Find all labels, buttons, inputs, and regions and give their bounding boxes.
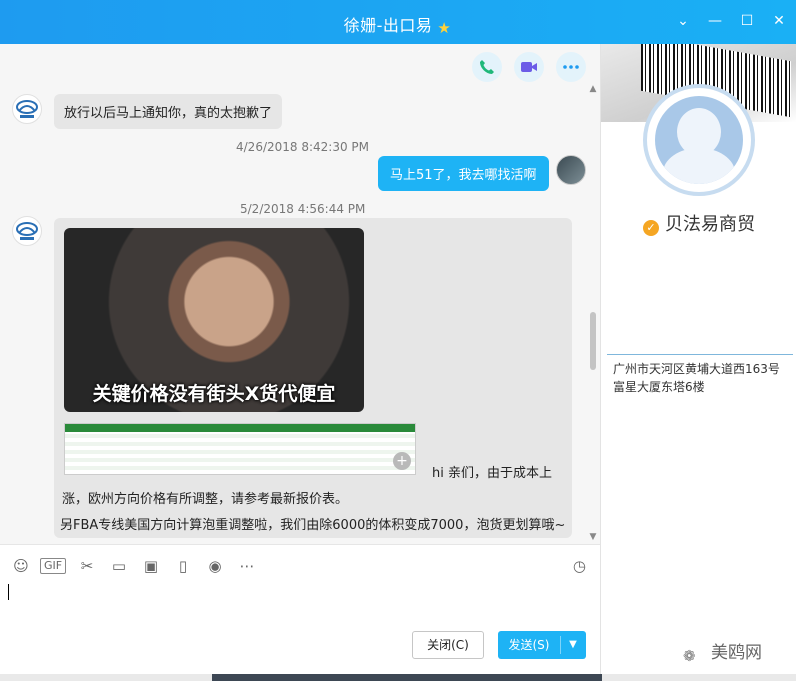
chat-history: 放行以后马上通知你，真的太抱歉了 4/26/2018 8:42:30 PM 马上…: [0, 44, 600, 544]
message-text: 涨，欧州方向价格有所调整，请参考最新报价表。: [62, 492, 349, 507]
chevron-down-icon[interactable]: ⌄: [676, 14, 690, 28]
divider: [607, 354, 793, 355]
contact-avatar[interactable]: [12, 216, 42, 246]
message-text: 马上51了，我去哪找活啊: [390, 168, 537, 183]
verified-badge-icon: ✓: [643, 220, 659, 236]
call-toolbar: [472, 52, 586, 82]
chevron-down-icon[interactable]: ▼: [562, 631, 584, 659]
phone-icon: [480, 60, 494, 74]
shake-icon[interactable]: ▯: [172, 557, 194, 575]
scroll-down-icon[interactable]: ▼: [588, 532, 598, 542]
chat-scrollbar[interactable]: ▲ ▼: [588, 44, 598, 544]
my-avatar[interactable]: [556, 155, 586, 185]
contact-name: 徐姗-出口易: [343, 16, 433, 35]
send-button-label[interactable]: 发送(S): [498, 631, 560, 659]
message-input[interactable]: [0, 584, 600, 674]
image-caption: 关键价格没有街头X货代便宜: [92, 383, 336, 405]
image-icon[interactable]: ▣: [140, 557, 162, 575]
red-packet-icon[interactable]: ◉: [204, 557, 226, 575]
contact-profile-panel: ✓ 贝法易商贸 广州市天河区黄埔大道西163号富星大厦东塔6楼 ❁ 美鸥网: [600, 44, 796, 674]
close-button[interactable]: 关闭(C): [412, 631, 484, 659]
star-icon[interactable]: ★: [436, 20, 452, 36]
wechat-icon: ❁: [683, 647, 696, 665]
scroll-up-icon[interactable]: ▲: [588, 84, 598, 94]
more-icon: [563, 65, 579, 69]
price-table-image[interactable]: +: [64, 423, 416, 475]
video-icon: [521, 62, 537, 72]
title-bar: 徐姗-出口易 ★ ⌄ — ☐ ✕: [0, 0, 796, 44]
text-caret: [8, 584, 9, 600]
more-options-button[interactable]: [556, 52, 586, 82]
scroll-thumb[interactable]: [590, 312, 596, 370]
message-text: 另FBA专线美国方向计算泡重调整啦，我们由除6000的体积变成7000，泡货更划…: [60, 518, 566, 533]
send-button[interactable]: 发送(S) ▼: [498, 631, 586, 659]
contact-avatar[interactable]: [12, 94, 42, 124]
message-text: 放行以后马上通知你，真的太抱歉了: [64, 106, 273, 121]
emoji-icon[interactable]: ☺: [12, 557, 30, 575]
clock-icon[interactable]: ◷: [573, 557, 586, 575]
input-toolbar: ☺ GIF ✂ ▭ ▣ ▯ ◉ ⋯ ◷: [0, 544, 600, 584]
phone-call-button[interactable]: [472, 52, 502, 82]
meme-image[interactable]: 关键价格没有街头X货代便宜: [64, 228, 364, 412]
video-call-button[interactable]: [514, 52, 544, 82]
scissors-icon[interactable]: ✂: [76, 557, 98, 575]
message-bubble-outgoing[interactable]: 马上51了，我去哪找活啊: [378, 156, 549, 191]
watermark: ❁ 美鸥网: [683, 643, 762, 665]
message-bubble-incoming[interactable]: 关键价格没有街头X货代便宜 + hi 亲们，由于成本上 涨，欧州方向价格有所调整…: [54, 218, 572, 538]
maximize-icon[interactable]: ☐: [740, 14, 754, 28]
close-icon[interactable]: ✕: [772, 14, 786, 28]
profile-avatar[interactable]: [643, 84, 755, 196]
profile-name: ✓ 贝法易商贸: [601, 210, 796, 236]
message-text: hi 亲们，由于成本上: [432, 466, 552, 481]
minimize-icon[interactable]: —: [708, 14, 722, 28]
window-controls: ⌄ — ☐ ✕: [676, 14, 786, 28]
message-bubble-incoming[interactable]: 放行以后马上通知你，真的太抱歉了: [54, 94, 283, 129]
company-logo-icon: [16, 222, 38, 240]
company-logo-icon: [16, 100, 38, 118]
message-timestamp: 5/2/2018 4:56:44 PM: [240, 202, 366, 216]
more-icon[interactable]: ⋯: [236, 557, 258, 575]
message-timestamp: 4/26/2018 8:42:30 PM: [236, 140, 370, 154]
profile-address: 广州市天河区黄埔大道西163号富星大厦东塔6楼: [613, 362, 780, 394]
zoom-icon[interactable]: +: [393, 452, 411, 470]
gif-icon[interactable]: GIF: [40, 558, 66, 574]
folder-icon[interactable]: ▭: [108, 557, 130, 575]
taskbar-strip: [0, 674, 796, 681]
